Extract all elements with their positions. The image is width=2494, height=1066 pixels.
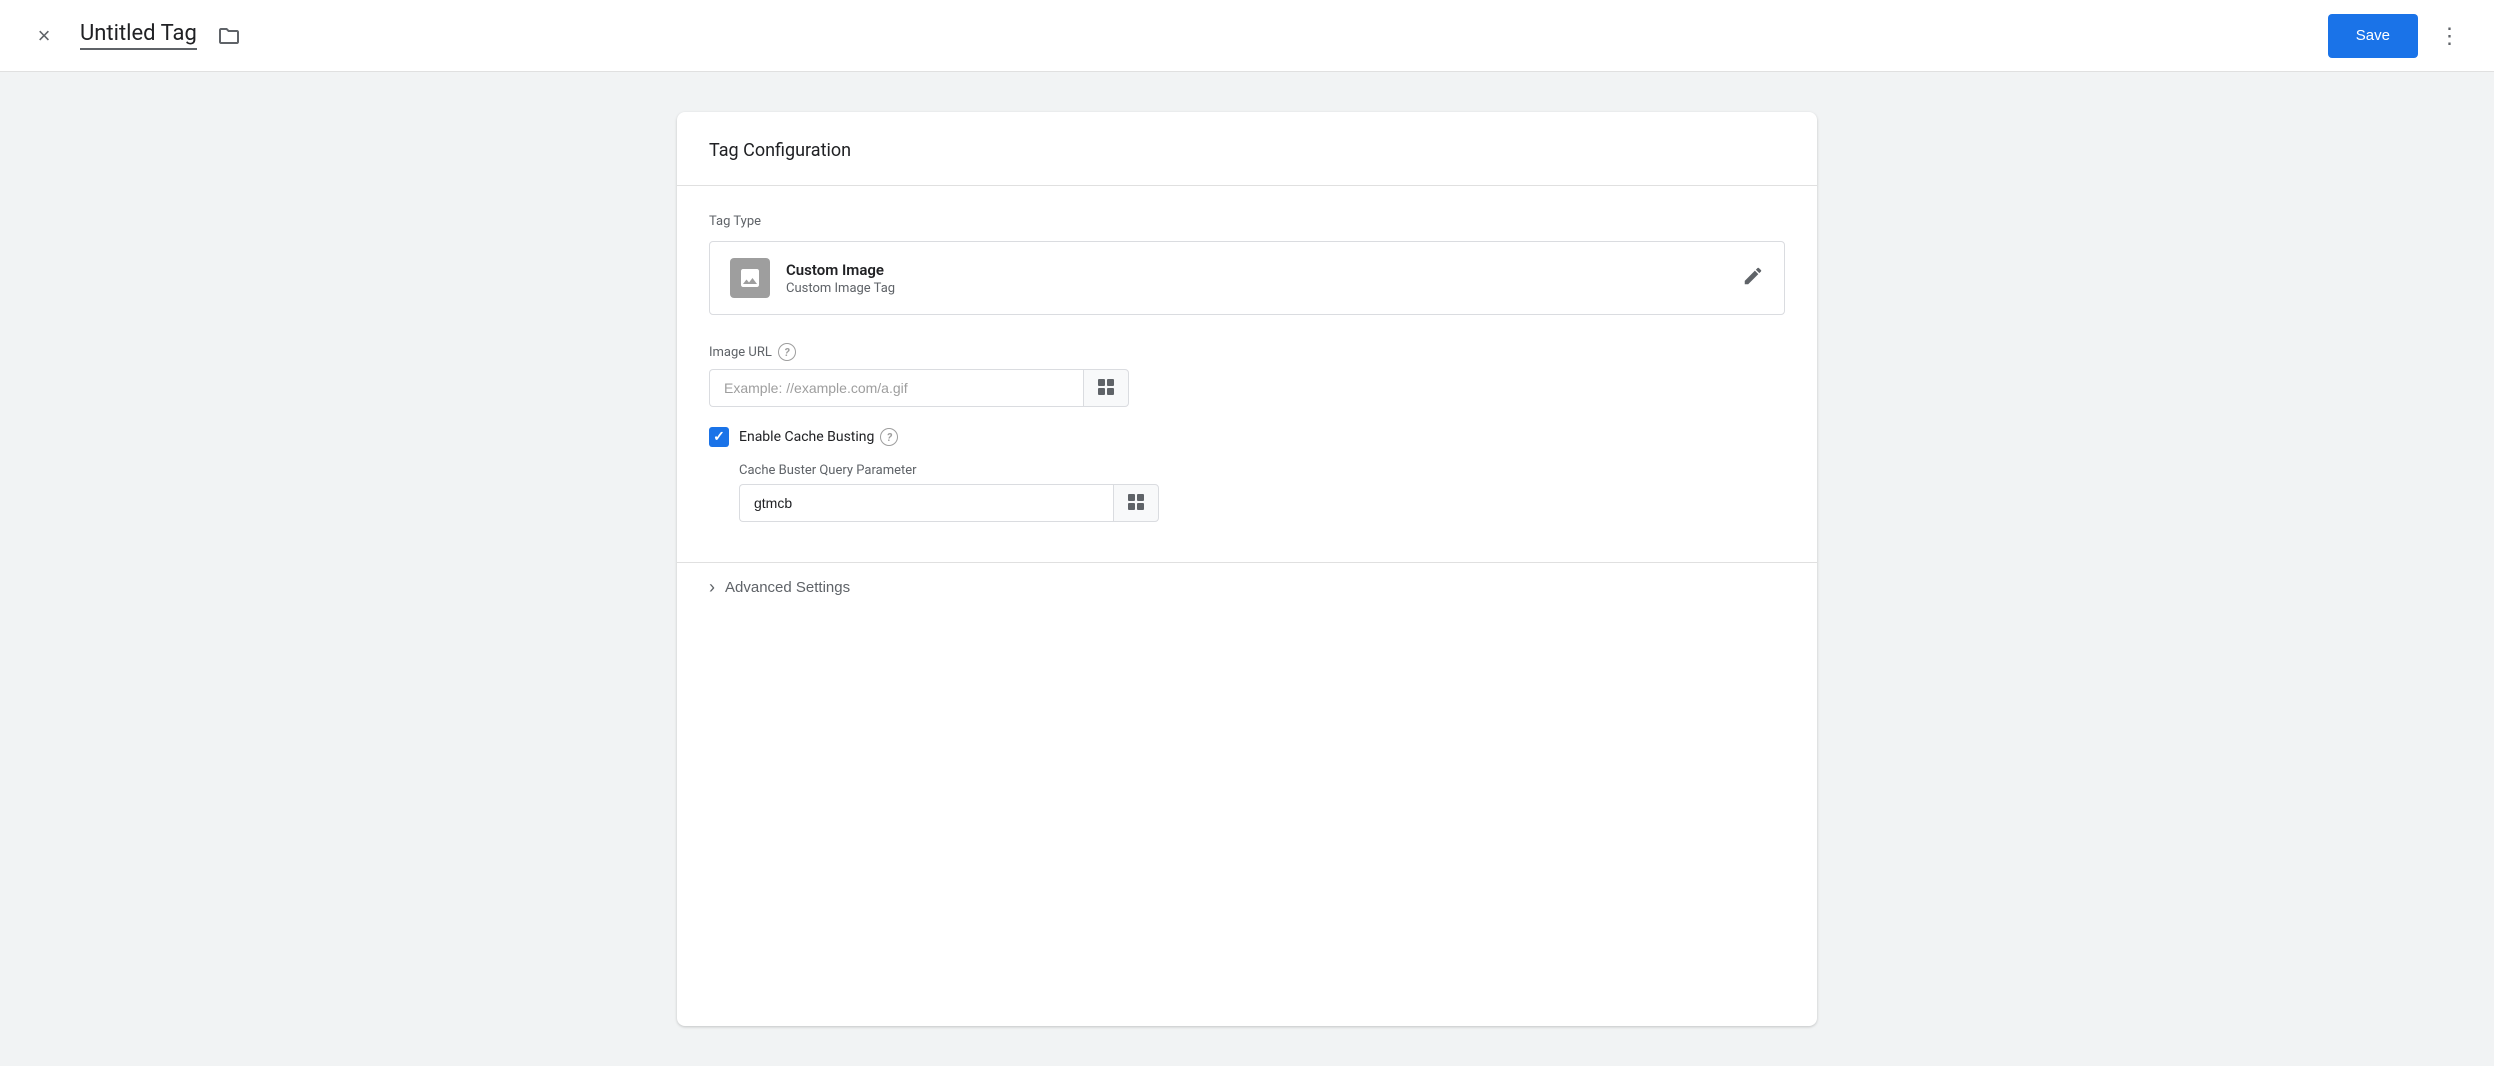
cache-buster-param-label: Cache Buster Query Parameter (739, 463, 1785, 478)
cache-busting-checkbox[interactable]: ✓ (709, 427, 729, 447)
tag-type-left: Custom Image Custom Image Tag (730, 258, 895, 298)
tag-type-description: Custom Image Tag (786, 281, 895, 296)
card-title: Tag Configuration (709, 140, 1785, 161)
header: × Untitled Tag Save ⋮ (0, 0, 2494, 72)
folder-icon (217, 24, 241, 48)
cache-busting-label: Enable Cache Busting ? (739, 428, 898, 446)
save-button[interactable]: Save (2328, 14, 2418, 58)
card-body: Tag Type Custom Image Custom Image Tag (677, 186, 1817, 562)
cache-buster-variable-insert-button[interactable] (1113, 484, 1159, 522)
image-url-section: Image URL ? (709, 343, 1785, 407)
edit-tag-type-button[interactable] (1742, 265, 1764, 292)
cache-busting-help-icon[interactable]: ? (880, 428, 898, 446)
tag-type-label: Tag Type (709, 214, 1785, 229)
checkmark-icon: ✓ (713, 429, 725, 445)
tag-type-selector[interactable]: Custom Image Custom Image Tag (709, 241, 1785, 315)
cache-busting-row: ✓ Enable Cache Busting ? (709, 427, 1785, 447)
tag-configuration-card: Tag Configuration Tag Type Custom (677, 112, 1817, 1026)
image-url-input[interactable] (709, 369, 1083, 407)
image-url-variable-insert-button[interactable] (1083, 369, 1129, 407)
more-options-button[interactable]: ⋮ (2430, 16, 2470, 56)
header-right: Save ⋮ (2328, 14, 2470, 58)
advanced-settings-label: Advanced Settings (725, 579, 850, 596)
main-content: Tag Configuration Tag Type Custom (0, 72, 2494, 1066)
pencil-icon (1742, 265, 1764, 287)
page-title: Untitled Tag (80, 21, 197, 50)
tag-type-icon (730, 258, 770, 298)
header-left: × Untitled Tag (24, 16, 245, 56)
tag-type-section: Tag Type Custom Image Custom Image Tag (709, 214, 1785, 315)
cache-buster-param-section: Cache Buster Query Parameter (739, 463, 1785, 522)
cache-buster-input[interactable] (739, 484, 1113, 522)
advanced-settings-section: › Advanced Settings (677, 563, 1817, 640)
image-icon (738, 266, 762, 290)
cache-buster-input-group (739, 484, 1159, 522)
image-url-input-group (709, 369, 1129, 407)
close-button[interactable]: × (24, 16, 64, 56)
variable-insert-icon-2 (1126, 492, 1146, 515)
image-url-help-icon[interactable]: ? (778, 343, 796, 361)
folder-button[interactable] (213, 20, 245, 52)
more-icon: ⋮ (2439, 23, 2462, 49)
tag-type-info: Custom Image Custom Image Tag (786, 261, 895, 296)
close-icon: × (38, 23, 51, 49)
image-url-label: Image URL ? (709, 343, 1785, 361)
variable-insert-icon (1096, 377, 1116, 400)
tag-type-name: Custom Image (786, 261, 895, 279)
card-header: Tag Configuration (677, 112, 1817, 185)
advanced-settings-toggle[interactable]: › Advanced Settings (709, 563, 850, 612)
chevron-right-icon: › (709, 577, 715, 598)
